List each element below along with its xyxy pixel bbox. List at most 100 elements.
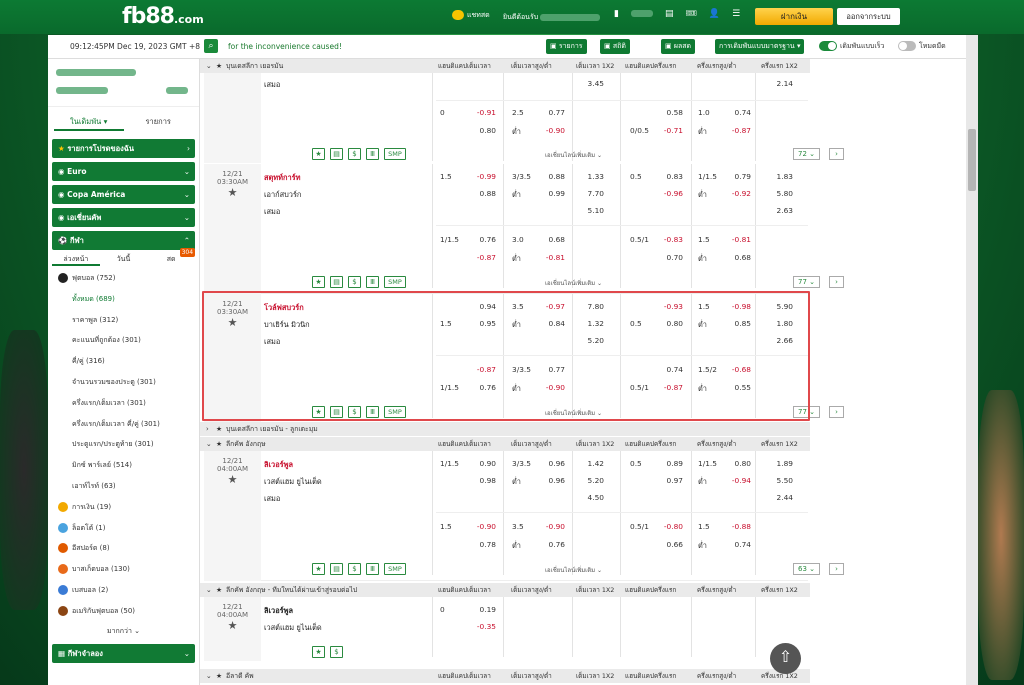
odds-value[interactable]: 0.5/1 [630,235,649,244]
sport-item[interactable]: อเมริกันฟุตบอล (50) [48,601,199,622]
favorite-icon[interactable]: ★ [312,148,325,160]
collapse-icon[interactable]: ⌄ [206,583,212,597]
odds-value[interactable]: -0.99 [462,172,496,181]
league-header[interactable]: ⌄ ★ อีลาดี คัพ แฮนดิแคปเต็มเวลา เต็มเวลาสูง/… [200,669,810,683]
odds-value[interactable]: -0.81 [535,253,565,262]
league-header[interactable]: ⌄ ★ ลีกคัพ อังกฤษ - ทีมใหนได้ผ่านเข้าสู่รอ… [200,583,810,597]
odds-value[interactable]: -0.35 [462,622,496,631]
column-header[interactable]: ครึ่งแรกสูง/ต่ำ [697,583,736,597]
scrollbar-thumb[interactable] [968,129,976,191]
column-header[interactable]: ครึ่งแรก 1X2 [761,59,798,73]
odds-value[interactable]: -0.90 [535,126,565,135]
odds-value[interactable]: -0.90 [462,522,496,531]
odds-value[interactable]: 0.74 [719,108,751,117]
favorite-star-icon[interactable]: ★ [216,422,222,436]
section-asian-cup[interactable]: ◉ เอเชี่ยนคัพ ⌄ [52,208,195,227]
odds-value[interactable]: 0.89 [649,459,683,468]
favorite-icon[interactable]: ★ [312,276,325,288]
odds-value[interactable]: 0.96 [535,459,565,468]
odds-value[interactable]: 0 [440,108,445,117]
odds-value[interactable]: 5.10 [572,206,604,215]
odds-value[interactable]: 0.19 [462,605,496,614]
column-header[interactable]: ครึ่งแรก 1X2 [761,437,798,451]
odds-value[interactable]: 0.88 [535,172,565,181]
sport-submenu-item[interactable]: คะแนนที่ถูกต้อง (301) [48,330,199,351]
odds-value[interactable]: -0.94 [719,476,751,485]
sport-item[interactable]: การเงิน (19) [48,497,199,518]
column-header[interactable]: เต็มเวลาสูง/ต่ำ [511,437,552,451]
logout-button[interactable]: ออกจากระบบ [837,8,900,25]
column-header[interactable]: เต็มเวลาสูง/ต่ำ [511,59,552,73]
tab-bets[interactable]: ในเดิมพัน ▾ [54,113,124,131]
user-icon[interactable]: 👤 [709,9,720,19]
next-arrow-button[interactable]: › [829,276,844,288]
odds-value[interactable]: 0.5 [630,172,642,181]
odds-value[interactable]: 7.70 [572,189,604,198]
sport-item[interactable]: อีสปอร์ต (8) [48,538,199,559]
stats-icon[interactable]: ▤ [665,9,674,19]
sport-submenu-item[interactable]: เอาท์ไรท์ (63) [48,476,199,497]
stats-icon[interactable]: Ⅲ [366,563,379,575]
results-button[interactable]: ▣ รายการ [546,39,587,54]
column-header[interactable]: เต็มเวลา 1X2 [576,583,614,597]
odds-value[interactable]: 1/1.5 [440,459,459,468]
odds-value[interactable]: 0.98 [462,476,496,485]
odds-value[interactable]: 0.80 [462,126,496,135]
scoreboard-icon[interactable]: ▤ [330,148,343,160]
favorite-star-icon[interactable]: ★ [216,669,222,683]
odds-value[interactable]: 1.5 [440,172,452,181]
odds-value[interactable]: 0.99 [535,189,565,198]
list-icon[interactable]: ☰ [732,9,740,19]
more-asian-lines-link[interactable]: เอเชี่ยนไลน์เพิ่มเติม ⌄ [545,565,602,575]
odds-value[interactable]: -0.91 [462,108,496,117]
scoreboard-icon[interactable]: ▤ [330,276,343,288]
column-header[interactable]: แฮนดิแคปครึ่งแรก [625,669,676,683]
odds-value[interactable]: 0.78 [462,540,496,549]
live-results-button[interactable]: ▣ ผลสด [661,39,696,54]
odds-value[interactable]: ต่ำ [698,189,707,201]
search-icon[interactable]: ⌕ [204,39,218,53]
odds-value[interactable]: ต่ำ [512,476,521,488]
odds-value[interactable]: 0.58 [649,108,683,117]
cashout-icon[interactable]: $ [348,148,361,160]
away-team[interactable]: เอาก์สบวร์ก [264,189,301,201]
sport-item[interactable]: ล็อตโต้ (1) [48,518,199,539]
cashout-icon[interactable]: $ [348,563,361,575]
stats-icon[interactable]: Ⅲ [366,148,379,160]
column-header[interactable]: ครึ่งแรกสูง/ต่ำ [697,437,736,451]
column-header[interactable]: แฮนดิแคปเต็มเวลา [438,437,491,451]
smp-button[interactable]: SMP [384,148,406,160]
odds-value[interactable]: -0.92 [719,189,751,198]
sport-item[interactable]: เบสบอล (2) [48,580,199,601]
back-to-top-button[interactable]: ⇧ [770,643,801,674]
collapse-icon[interactable]: ⌄ [206,59,212,73]
column-header[interactable]: เต็มเวลา 1X2 [576,669,614,683]
odds-value[interactable]: 2.44 [761,493,793,502]
scoreboard-icon[interactable]: ▤ [330,563,343,575]
odds-value[interactable]: 2.63 [761,206,793,215]
odds-value[interactable]: -0.87 [462,253,496,262]
market-count-select[interactable]: 63 ⌄ [793,563,820,575]
smp-button[interactable]: SMP [384,276,406,288]
odds-value[interactable]: ต่ำ [512,189,521,201]
odds-value[interactable]: 0.76 [462,235,496,244]
favorite-star-icon[interactable]: ★ [204,186,261,199]
card-icon[interactable]: ▮ [614,9,619,19]
odds-value[interactable]: 3.45 [572,79,604,88]
collapse-icon[interactable]: ⌄ [206,669,212,683]
odds-value[interactable]: 1/1.5 [440,235,459,244]
odds-value[interactable]: 0.80 [719,459,751,468]
favorite-star-icon[interactable]: ★ [204,473,261,486]
odds-value[interactable]: 0.5 [630,459,642,468]
odds-value[interactable]: ต่ำ [512,253,521,265]
odds-value[interactable]: 1.5 [440,522,452,531]
odds-value[interactable]: -0.83 [649,235,683,244]
column-header[interactable]: แฮนดิแคปครึ่งแรก [625,583,676,597]
section-euro[interactable]: ◉ Euro ⌄ [52,162,195,181]
odds-value[interactable]: 1.5 [698,235,710,244]
more-asian-lines-link[interactable]: เอเชี่ยนไลน์เพิ่มเติม ⌄ [545,278,602,288]
odds-value[interactable]: 5.20 [572,476,604,485]
page-scrollbar[interactable] [966,35,978,685]
odds-value[interactable]: 0.66 [649,540,683,549]
sport-submenu-item[interactable]: คี่/คู่ (316) [48,351,199,372]
